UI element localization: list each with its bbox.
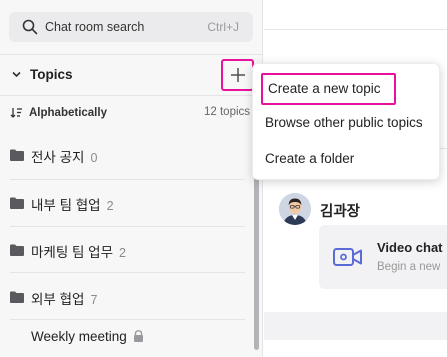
topic-folder-label: 외부 협업 7 — [31, 292, 98, 307]
sort-label: Alphabetically — [29, 107, 107, 119]
divider — [0, 95, 262, 96]
plus-icon — [231, 68, 245, 82]
topic-folder-label: 전사 공지 0 — [31, 150, 98, 165]
menu-browse-public-topics[interactable]: Browse other public topics — [253, 108, 441, 138]
chat-username: 김과장 — [320, 204, 361, 220]
lock-icon — [133, 330, 143, 342]
folder-icon — [10, 244, 24, 256]
topic-folder-item[interactable]: 내부 팀 협업 2 — [0, 180, 246, 228]
chat-room-search[interactable]: Chat room search Ctrl+J — [9, 12, 253, 42]
chevron-down-icon[interactable] — [11, 69, 22, 80]
add-topic-menu: Create a new topic Browse other public t… — [252, 63, 440, 180]
topic-folder-label: 마케팅 팀 업무 2 — [31, 245, 126, 260]
divider — [10, 319, 245, 320]
folder-icon — [10, 197, 24, 209]
video-chat-card[interactable]: Video chat Begin a new — [319, 225, 447, 289]
topics-title: Topics — [30, 67, 73, 82]
search-shortcut: Ctrl+J — [207, 20, 239, 34]
sidebar: Chat room search Ctrl+J Topics Alphabeti… — [0, 0, 263, 357]
folder-icon — [10, 291, 24, 303]
message-band — [264, 312, 447, 340]
video-chat-title: Video chat — [377, 240, 443, 255]
menu-create-folder[interactable]: Create a folder — [253, 144, 441, 174]
avatar[interactable] — [279, 193, 311, 225]
divider — [0, 54, 262, 55]
avatar-portrait-icon — [279, 193, 311, 225]
add-topic-button[interactable] — [221, 59, 254, 91]
search-icon — [22, 19, 38, 35]
video-camera-icon — [333, 248, 362, 266]
sort-row[interactable]: Alphabetically 12 topics — [0, 104, 262, 124]
divider — [264, 29, 447, 30]
sort-icon — [10, 108, 22, 118]
video-chat-subtitle: Begin a new — [377, 261, 441, 273]
divider — [10, 272, 245, 273]
topic-weekly-label: Weekly meeting — [31, 329, 127, 344]
topics-count: 12 topics — [204, 106, 251, 118]
folder-icon — [10, 149, 24, 161]
topic-folder-item[interactable]: 마케팅 팀 업무 2 — [0, 227, 246, 275]
topic-folder-item[interactable]: 외부 협업 7 — [0, 274, 246, 322]
topic-weekly-meeting[interactable]: Weekly meeting — [31, 329, 144, 344]
search-placeholder: Chat room search — [45, 20, 145, 34]
topic-folder-label: 내부 팀 협업 2 — [31, 198, 114, 213]
menu-create-new-topic[interactable]: Create a new topic — [261, 73, 396, 105]
topic-folder-item[interactable]: 전사 공지 0 — [0, 132, 246, 180]
